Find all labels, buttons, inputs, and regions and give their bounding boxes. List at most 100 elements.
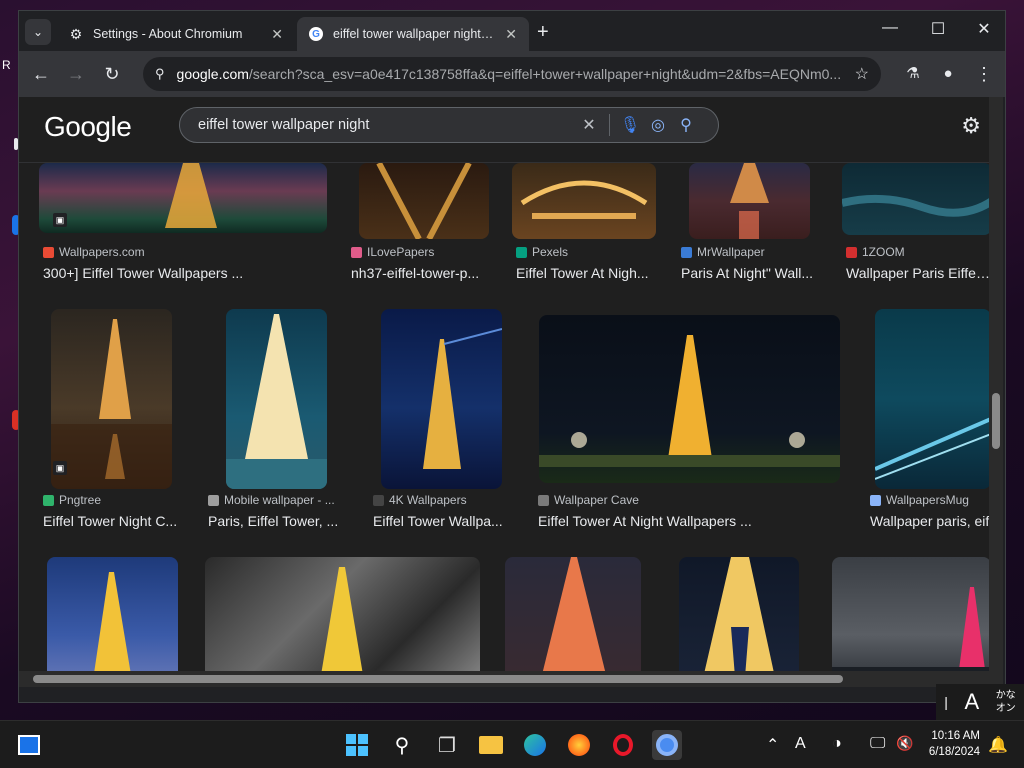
maximize-button[interactable]: ☐ [923, 19, 953, 39]
result-source[interactable]: Mobile wallpaper - ... [208, 493, 348, 507]
result-caption[interactable]: Wallpaper paris, eif [870, 513, 991, 529]
back-button[interactable]: ← [29, 63, 53, 85]
desktop-label-fragment: R [2, 58, 11, 72]
google-icon: G [309, 27, 323, 41]
tab-google-search[interactable]: G eiffel tower wallpaper night - Google … [297, 17, 529, 51]
close-window-button[interactable]: ✕ [969, 19, 999, 39]
result-source[interactable]: ILovePapers [351, 245, 491, 259]
image-thumbnail[interactable] [47, 557, 178, 687]
chevron-down-icon: ⌄ [32, 25, 44, 39]
source-favicon-icon [208, 494, 219, 506]
result-caption[interactable]: Eiffel Tower At Night Wallpapers ... [538, 513, 838, 529]
microphone-icon[interactable]: 🎙 [616, 115, 644, 135]
result-source[interactable]: 4K Wallpapers [373, 493, 513, 507]
image-badge-icon: ▣ [53, 213, 67, 227]
image-thumbnail[interactable] [842, 163, 991, 235]
labs-flask-icon[interactable]: ⚗ [901, 63, 925, 85]
result-caption[interactable]: Paris At Night" Wall... [681, 265, 821, 281]
browser-toolbar: ← → ↻ ⚲ google.com/search?sca_esv=a0e417… [19, 51, 1005, 97]
eiffel-tower-image [92, 572, 133, 687]
horizontal-scroll-thumb[interactable] [33, 675, 843, 683]
clear-icon[interactable]: ✕ [575, 115, 603, 135]
reload-button[interactable]: ↻ [100, 63, 124, 85]
result-source[interactable]: Wallpaper Cave [538, 493, 838, 507]
vertical-scrollbar[interactable] [989, 97, 1003, 687]
vertical-scroll-thumb[interactable] [992, 393, 1000, 449]
result-caption[interactable]: Eiffel Tower Wallpa... [373, 513, 513, 529]
source-favicon-icon [351, 246, 362, 258]
search-icon[interactable]: ⚲ [387, 730, 417, 760]
image-thumbnail[interactable] [689, 163, 810, 239]
image-thumbnail[interactable] [539, 315, 840, 483]
close-tab-icon[interactable]: ✕ [271, 26, 283, 43]
clock-time: 10:16 AM [931, 730, 980, 742]
result-caption[interactable]: 300+] Eiffel Tower Wallpapers ... [43, 265, 327, 281]
result-source[interactable]: WallpapersMug [870, 493, 991, 507]
tab-search-button[interactable]: ⌄ [25, 19, 51, 45]
image-thumbnail[interactable] [39, 163, 327, 233]
taskbar: ⚲ ❐ ⌃ A ◑ 🖵 🔇 10:16 AM 6/18/2024 🔔 [0, 720, 1024, 768]
bookmark-star-icon[interactable]: ☆ [855, 64, 869, 84]
search-icon[interactable]: ⚲ [672, 115, 700, 135]
water-reflection-image [842, 194, 991, 217]
eiffel-tower-image [539, 557, 609, 687]
horizontal-scrollbar[interactable] [19, 671, 991, 687]
edge-icon[interactable] [520, 730, 550, 760]
image-thumbnail[interactable] [505, 557, 641, 687]
site-info-icon[interactable]: ⚲ [155, 66, 165, 82]
image-thumbnail[interactable] [359, 163, 489, 239]
image-thumbnail[interactable] [226, 309, 327, 489]
settings-gear-icon[interactable]: ⚙ [961, 113, 981, 139]
google-logo[interactable]: Google [44, 111, 132, 143]
image-thumbnail[interactable] [205, 557, 480, 687]
start-windows-icon[interactable] [342, 730, 372, 760]
notification-bell-icon[interactable]: 🔔 [988, 735, 1008, 755]
chevron-up-icon[interactable]: ⌃ [766, 735, 779, 755]
widgets-icon[interactable] [14, 730, 44, 760]
forward-button[interactable]: → [64, 63, 88, 85]
chromium-icon[interactable] [652, 730, 682, 760]
ime-state-icon[interactable]: ◑ [832, 735, 842, 753]
image-thumbnail[interactable] [51, 309, 172, 489]
new-tab-button[interactable]: + [537, 21, 549, 44]
speaker-muted-icon[interactable]: 🔇 [896, 735, 913, 752]
close-tab-icon[interactable]: ✕ [505, 26, 517, 43]
ime-kana-toggle[interactable]: かな オン [996, 689, 1016, 715]
search-input[interactable] [198, 117, 575, 133]
menu-kebab-icon[interactable]: ⋮ [972, 63, 996, 85]
result-caption[interactable]: Eiffel Tower At Nigh... [516, 265, 656, 281]
tab-title: eiffel tower wallpaper night - Google Se… [333, 27, 495, 41]
ime-widget: | A かな オン [936, 684, 1024, 720]
clock[interactable]: 10:16 AM 6/18/2024 [929, 728, 980, 760]
result-caption[interactable]: Eiffel Tower Night C... [43, 513, 183, 529]
profile-icon[interactable]: ● [936, 63, 960, 85]
eiffel-tower-image [832, 587, 991, 687]
result-source[interactable]: Wallpapers.com [43, 245, 323, 259]
file-explorer-icon[interactable] [476, 730, 506, 760]
address-bar[interactable]: ⚲ google.com/search?sca_esv=a0e417c13875… [143, 57, 881, 91]
ime-a-icon[interactable]: A [795, 735, 806, 753]
eiffel-tower-image [51, 319, 172, 489]
opera-icon[interactable] [608, 730, 638, 760]
result-source[interactable]: 1ZOOM [846, 245, 986, 259]
result-caption[interactable]: Paris, Eiffel Tower, ... [208, 513, 348, 529]
result-source[interactable]: Pngtree [43, 493, 193, 507]
result-caption[interactable]: Wallpaper Paris Eiffel T [846, 265, 991, 281]
page-content: Google ✕ 🎙 ◎ ⚲ ⚙ ▣ Wallp [19, 97, 991, 687]
image-thumbnail[interactable] [832, 557, 991, 687]
search-box[interactable]: ✕ 🎙 ◎ ⚲ [179, 107, 719, 143]
image-thumbnail[interactable] [381, 309, 502, 489]
result-caption[interactable]: nh37-eiffel-tower-p... [351, 265, 491, 281]
network-icon[interactable]: 🖵 [870, 735, 885, 753]
image-thumbnail[interactable] [512, 163, 656, 239]
ime-mode-indicator[interactable]: A [964, 689, 979, 715]
result-source[interactable]: MrWallpaper [681, 245, 821, 259]
task-view-icon[interactable]: ❐ [432, 730, 462, 760]
firefox-icon[interactable] [564, 730, 594, 760]
result-source[interactable]: Pexels [516, 245, 656, 259]
image-thumbnail[interactable] [875, 309, 991, 489]
image-thumbnail[interactable] [679, 557, 799, 687]
lens-icon[interactable]: ◎ [644, 115, 672, 135]
minimize-button[interactable]: — [875, 19, 905, 37]
tab-settings[interactable]: ⚙ Settings - About Chromium ✕ [57, 17, 295, 51]
